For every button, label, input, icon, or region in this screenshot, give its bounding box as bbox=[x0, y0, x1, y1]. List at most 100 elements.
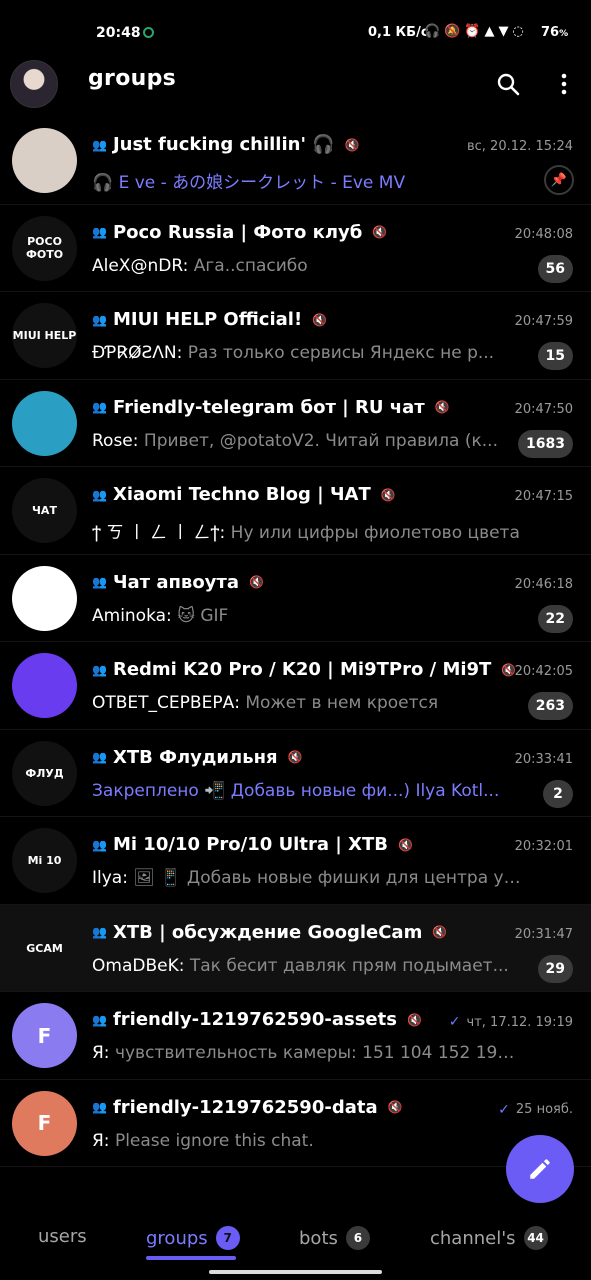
chat-title-text: XTB Флудильня bbox=[112, 746, 278, 768]
chat-row[interactable]: 👥 Redmi K20 Pro / K20 | Mi9TPro / Mi9T 🔇 20… bbox=[0, 642, 591, 730]
chat-title: 👥 XTB | обсуждение GoogleCam 🔇 bbox=[92, 922, 447, 943]
chat-time-text: 20:46:18 bbox=[514, 576, 573, 592]
mute-icon: 🔇 bbox=[344, 137, 360, 152]
chat-row[interactable]: ФЛУД 👥 XTB Флудильня 🔇 20:33:41 Закреплено 📲 … bbox=[0, 730, 591, 817]
message-sender: Я: bbox=[92, 1043, 110, 1063]
chat-row[interactable]: MIUI HELP 👥 MIUI HELP Official! 🔇 20:47:59 ÐƤ… bbox=[0, 292, 591, 380]
chat-title: 👥 friendly-1219762590-assets 🔇 bbox=[92, 1009, 422, 1030]
chat-title-text: Xiaomi Techno Blog | ЧАТ bbox=[112, 484, 371, 505]
chat-preview: Закреплено 📲 Добавь новые фи...) Ilya Ko… bbox=[92, 781, 522, 801]
message-sender: ОТВЕТ_СЕРВЕРА: bbox=[92, 693, 240, 713]
group-icon: 👥 bbox=[92, 925, 107, 939]
message-sender: Rose: bbox=[92, 430, 139, 451]
mute-icon: 🔇 bbox=[397, 837, 413, 852]
chat-preview: 🎧 E ve - あの娘シークレット - Eve MV bbox=[92, 168, 522, 193]
chat-preview: Rose: Привет, @potatoV2. Читай правила (… bbox=[92, 431, 522, 451]
battery-level: 76 bbox=[541, 25, 560, 40]
chat-avatar: ЧАТ bbox=[12, 478, 77, 543]
avatar-label: MIUI HELP bbox=[12, 329, 77, 342]
chat-timestamp: 20:47:59 bbox=[515, 314, 573, 329]
mute-icon: 🔇 bbox=[432, 925, 448, 939]
avatar-label: ФЛУД bbox=[25, 766, 64, 780]
chat-title: 👥 Poco Russia | Фото клуб 🔇 bbox=[92, 222, 387, 243]
unread-count-badge: 1683 bbox=[518, 429, 573, 458]
tab-channels[interactable]: channel's 44 bbox=[430, 1226, 548, 1250]
message-sender: ÐƤR̷Ø̷ƧΛN: bbox=[92, 343, 183, 363]
group-icon: 👥 bbox=[92, 750, 107, 764]
chat-row[interactable]: 👥 Friendly-telegram бот | RU чат 🔇 20:47:50… bbox=[0, 380, 591, 467]
chat-row[interactable]: POCO ФОТО 👥 Poco Russia | Фото клуб 🔇 20:48:… bbox=[0, 205, 591, 292]
chat-time-text: 20:48:08 bbox=[514, 226, 573, 242]
chat-row[interactable]: 👥 Just fucking chillin' 🎧 🔇 вс, 20.12. 15:2… bbox=[0, 117, 591, 205]
group-icon: 👥 bbox=[92, 400, 107, 414]
message-sender: ϯ ㄎ ㅣ ㄥ ㅣ ㄥϯ: bbox=[92, 523, 226, 543]
chat-preview: ÐƤR̷Ø̷ƧΛN: Раз только сервисы Яндекс не … bbox=[92, 343, 522, 363]
message-sender: Я: bbox=[92, 1130, 110, 1151]
chat-row[interactable]: F 👥 friendly-1219762590-data 🔇 ✓ 25 нояб. Я: P… bbox=[0, 1080, 591, 1167]
chat-row[interactable]: GCAM 👥 XTB | обсуждение GoogleCam 🔇 20:31:47… bbox=[0, 904, 591, 992]
chat-title: 👥 Just fucking chillin' 🎧 🔇 bbox=[92, 134, 360, 155]
tab-label: bots bbox=[299, 1227, 338, 1249]
chat-time-text: чт, 17.12. 19:19 bbox=[466, 1014, 573, 1030]
tab-users[interactable]: users bbox=[38, 1226, 87, 1247]
unread-count-badge: 56 bbox=[537, 254, 573, 283]
chat-avatar bbox=[12, 390, 77, 456]
message-text: Привет, @potatoV2. Читай правила (к... bbox=[143, 430, 498, 451]
message-sender: AleX@nDR: bbox=[92, 255, 189, 276]
tab-bots[interactable]: bots 6 bbox=[299, 1226, 370, 1250]
chat-time-text: 20:31:47 bbox=[514, 926, 573, 942]
chat-avatar: GCAM bbox=[12, 915, 77, 981]
search-icon[interactable] bbox=[496, 72, 520, 96]
chat-row[interactable]: Mi 10 👥 Mi 10/10 Pro/10 Ultra | XTB 🔇 20:32:… bbox=[0, 817, 591, 905]
chat-row[interactable]: F 👥 friendly-1219762590-assets 🔇 ✓ чт, 17.12.… bbox=[0, 992, 591, 1080]
mute-icon: 🔇 bbox=[249, 575, 264, 589]
message-text: Please ignore this chat. bbox=[114, 1130, 314, 1151]
unread-count-badge: 263 bbox=[527, 692, 573, 720]
chat-avatar: MIUI HELP bbox=[12, 303, 77, 368]
mute-icon: 🔇 bbox=[287, 750, 303, 764]
more-vert-icon[interactable] bbox=[552, 72, 576, 96]
group-icon: 👥 bbox=[92, 575, 107, 589]
tab-count-badge: 44 bbox=[523, 1226, 548, 1250]
message-text: 🖼 📱 Добавь новые фишки для центра упр... bbox=[133, 868, 522, 888]
chat-title-text: Just fucking chillin' 🎧 bbox=[112, 134, 335, 155]
chat-row[interactable]: 👥 Чат апвоута 🔇 20:46:18 Aminoka: 🐱 GIF 22 bbox=[0, 555, 591, 642]
unread-count-badge: 29 bbox=[537, 954, 573, 983]
group-icon: 👥 bbox=[92, 487, 107, 502]
chat-preview: ϯ ㄎ ㅣ ㄥ ㅣ ㄥϯ: Ну или цифры фиолетово цве… bbox=[92, 518, 522, 543]
group-icon: 👥 bbox=[92, 662, 107, 677]
chat-timestamp: 20:42:05 bbox=[515, 664, 573, 679]
mute-icon: 🔇 bbox=[387, 1100, 403, 1114]
chat-avatar: F bbox=[12, 1003, 77, 1068]
status-network-speed: 0,1 КБ/с bbox=[368, 25, 429, 40]
message-text: Раз только сервисы Яндекс не р... bbox=[187, 343, 495, 363]
chat-title: 👥 Mi 10/10 Pro/10 Ultra | XTB 🔇 bbox=[92, 834, 413, 855]
chat-row[interactable]: ЧАТ 👥 Xiaomi Techno Blog | ЧАТ 🔇 20:47:15 ϯ ㄎ… bbox=[0, 467, 591, 555]
chat-preview: Ilya: 🖼 📱 Добавь новые фишки для центра … bbox=[92, 868, 522, 888]
status-system-icons: 🎧🔕⏰▲▼◌ bbox=[424, 24, 528, 39]
chat-title-text: Friendly-telegram бот | RU чат bbox=[112, 396, 425, 418]
tab-label: groups bbox=[146, 1227, 208, 1249]
chat-title-text: friendly-1219762590-assets bbox=[112, 1009, 397, 1030]
tab-count-badge: 6 bbox=[345, 1226, 370, 1250]
chat-time-text: 20:33:41 bbox=[514, 751, 573, 767]
mute-icon: 🔇 bbox=[434, 400, 450, 414]
check-icon: ✓ bbox=[448, 1014, 461, 1030]
status-app-icon bbox=[143, 27, 154, 38]
home-indicator[interactable] bbox=[209, 1270, 382, 1274]
message-text: чувствительность камеры: 151 104 152 194… bbox=[114, 1043, 522, 1063]
chat-timestamp: ✓ 25 нояб. bbox=[498, 1102, 573, 1118]
message-text: Закреплено 📲 Добавь новые фи...) Ilya Ko… bbox=[92, 780, 500, 801]
battery-unit: % bbox=[559, 29, 569, 39]
chat-title-text: friendly-1219762590-data bbox=[112, 1096, 378, 1118]
chat-timestamp: 20:32:01 bbox=[515, 839, 573, 854]
chat-timestamp: ✓ чт, 17.12. 19:19 bbox=[449, 1014, 573, 1030]
compose-button[interactable] bbox=[506, 1135, 574, 1203]
tab-groups[interactable]: groups 7 bbox=[146, 1226, 240, 1250]
chat-time-text: 20:32:01 bbox=[514, 839, 573, 854]
chat-timestamp: 20:33:41 bbox=[515, 752, 573, 767]
profile-avatar[interactable] bbox=[10, 60, 58, 108]
chat-avatar: F bbox=[12, 1090, 77, 1156]
chat-list: 👥 Just fucking chillin' 🎧 🔇 вс, 20.12. 15:2… bbox=[0, 117, 591, 1167]
chat-preview: Я: Please ignore this chat. bbox=[92, 1131, 522, 1151]
